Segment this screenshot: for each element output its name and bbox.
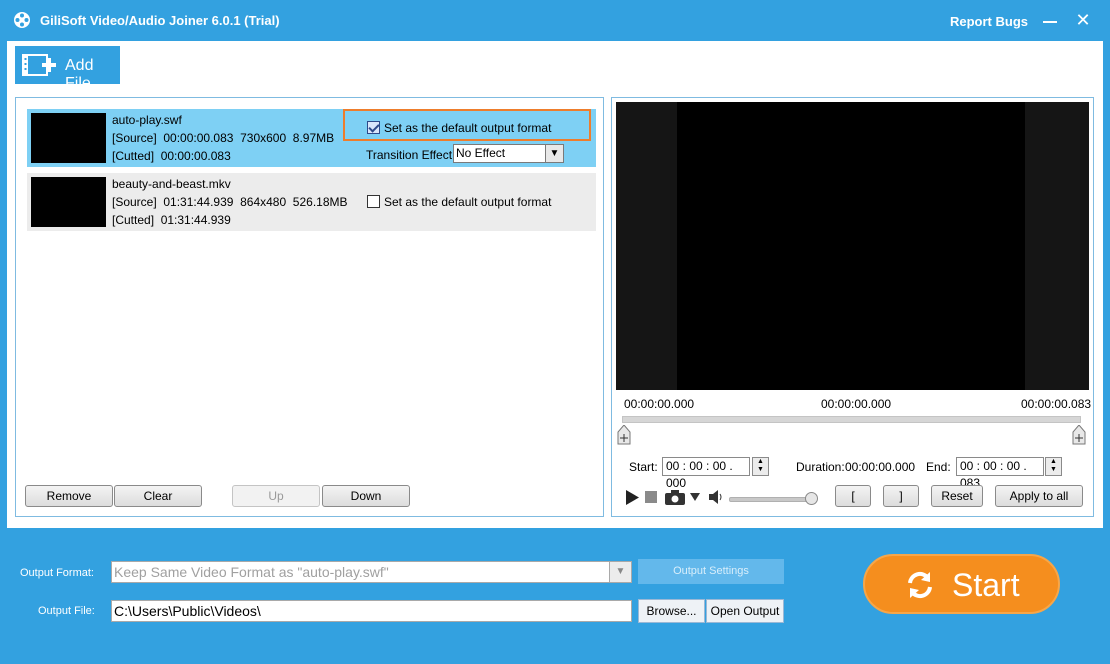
file-list-item[interactable]: auto-play.swf [Source] 00:00:00.083 730x… (27, 109, 596, 167)
default-format-label: Set as the default output format (384, 120, 552, 135)
add-file-label: Add File (65, 57, 94, 92)
clear-button[interactable]: Clear (114, 485, 202, 507)
start-time-spinner[interactable]: ▲ ▼ (752, 457, 769, 476)
remove-button[interactable]: Remove (25, 485, 113, 507)
end-time-input[interactable]: 00 : 00 : 00 . 083 (956, 457, 1044, 490)
output-settings-button[interactable]: Output Settings (638, 559, 784, 584)
camera-icon[interactable] (665, 490, 685, 505)
end-time-spinner[interactable]: ▲ ▼ (1045, 457, 1062, 476)
file-source-info: [Source] 01:31:44.939 864x480 526.18MB (112, 195, 348, 209)
report-bugs-link[interactable]: Report Bugs (950, 14, 1028, 29)
browse-button[interactable]: Browse... (638, 599, 705, 623)
start-marker-icon[interactable] (617, 425, 631, 445)
file-list-panel: auto-play.swf [Source] 00:00:00.083 730x… (15, 97, 604, 517)
window-title: GiliSoft Video/Audio Joiner 6.0.1 (Trial… (40, 13, 280, 28)
volume-slider-handle[interactable] (805, 492, 818, 505)
open-output-button[interactable]: Open Output (706, 599, 784, 623)
output-file-label: Output File: (38, 605, 95, 617)
duration-label: Duration: (796, 460, 845, 474)
duration-value: 00:00:00.000 (845, 460, 916, 474)
transition-effect-value: No Effect (456, 146, 506, 160)
timeline-current-time: 00:00:00.000 (821, 397, 892, 411)
add-film-icon (22, 54, 56, 76)
reset-button[interactable]: Reset (931, 485, 983, 507)
file-name: auto-play.swf (112, 113, 182, 127)
chevron-down-icon[interactable]: ▼ (545, 145, 563, 162)
output-format-value: Keep Same Video Format as "auto-play.swf… (114, 564, 389, 580)
output-format-label: Output Format: (20, 567, 94, 579)
video-thumbnail (31, 177, 106, 227)
transition-effect-select[interactable]: No Effect ▼ (453, 144, 564, 163)
apply-to-all-button[interactable]: Apply to all (995, 485, 1083, 507)
chevron-down-icon[interactable] (690, 493, 700, 501)
video-thumbnail (31, 113, 106, 163)
transition-effect-label: Transition Effect: (366, 148, 456, 162)
stop-icon[interactable] (645, 491, 657, 503)
output-file-input[interactable]: C:\Users\Public\Videos\ (111, 600, 632, 622)
down-button[interactable]: Down (322, 485, 410, 507)
title-bar: GiliSoft Video/Audio Joiner 6.0.1 (Trial… (0, 0, 1110, 40)
file-name: beauty-and-beast.mkv (112, 177, 231, 191)
minimize-icon[interactable] (1043, 21, 1057, 23)
timeline-track[interactable] (622, 416, 1081, 423)
start-time-label: Start: (629, 460, 658, 474)
close-icon[interactable]: ✕ (1074, 11, 1092, 29)
play-icon[interactable] (626, 490, 639, 505)
start-time-input[interactable]: 00 : 00 : 00 . 000 (662, 457, 750, 490)
default-format-label: Set as the default output format (384, 194, 552, 209)
chevron-down-icon[interactable]: ▼ (609, 562, 631, 582)
start-button[interactable]: Start (863, 554, 1060, 614)
up-button[interactable]: Up (232, 485, 320, 507)
mark-out-button[interactable]: ] (883, 485, 919, 507)
add-file-button[interactable]: Add File (15, 46, 120, 92)
default-format-row[interactable]: Set as the default output format (367, 194, 551, 209)
timeline-end-time: 00:00:00.083 (1021, 397, 1092, 411)
mark-in-button[interactable]: [ (835, 485, 871, 507)
end-time-label: End: (926, 460, 951, 474)
file-cutted-info: [Cutted] 01:31:44.939 (112, 213, 231, 227)
timeline-start-time: 00:00:00.000 (624, 397, 695, 411)
default-format-row[interactable]: Set as the default output format (367, 120, 551, 135)
output-format-select[interactable]: Keep Same Video Format as "auto-play.swf… (111, 561, 632, 583)
volume-slider[interactable] (729, 497, 815, 502)
preview-panel: 00:00:00.000 00:00:00.000 00:00:00.083 S… (611, 97, 1094, 517)
video-preview[interactable] (616, 102, 1089, 390)
file-list-item[interactable]: beauty-and-beast.mkv [Source] 01:31:44.9… (27, 173, 596, 231)
video-frame (677, 102, 1025, 390)
start-label: Start (952, 567, 1020, 603)
default-format-checkbox[interactable] (367, 121, 380, 135)
film-reel-icon (14, 12, 30, 28)
end-marker-icon[interactable] (1072, 425, 1086, 445)
volume-icon[interactable] (709, 490, 724, 504)
file-source-info: [Source] 00:00:00.083 730x600 8.97MB (112, 131, 335, 145)
default-format-checkbox[interactable] (367, 195, 380, 209)
file-cutted-info: [Cutted] 00:00:00.083 (112, 149, 231, 163)
refresh-icon (908, 571, 932, 599)
